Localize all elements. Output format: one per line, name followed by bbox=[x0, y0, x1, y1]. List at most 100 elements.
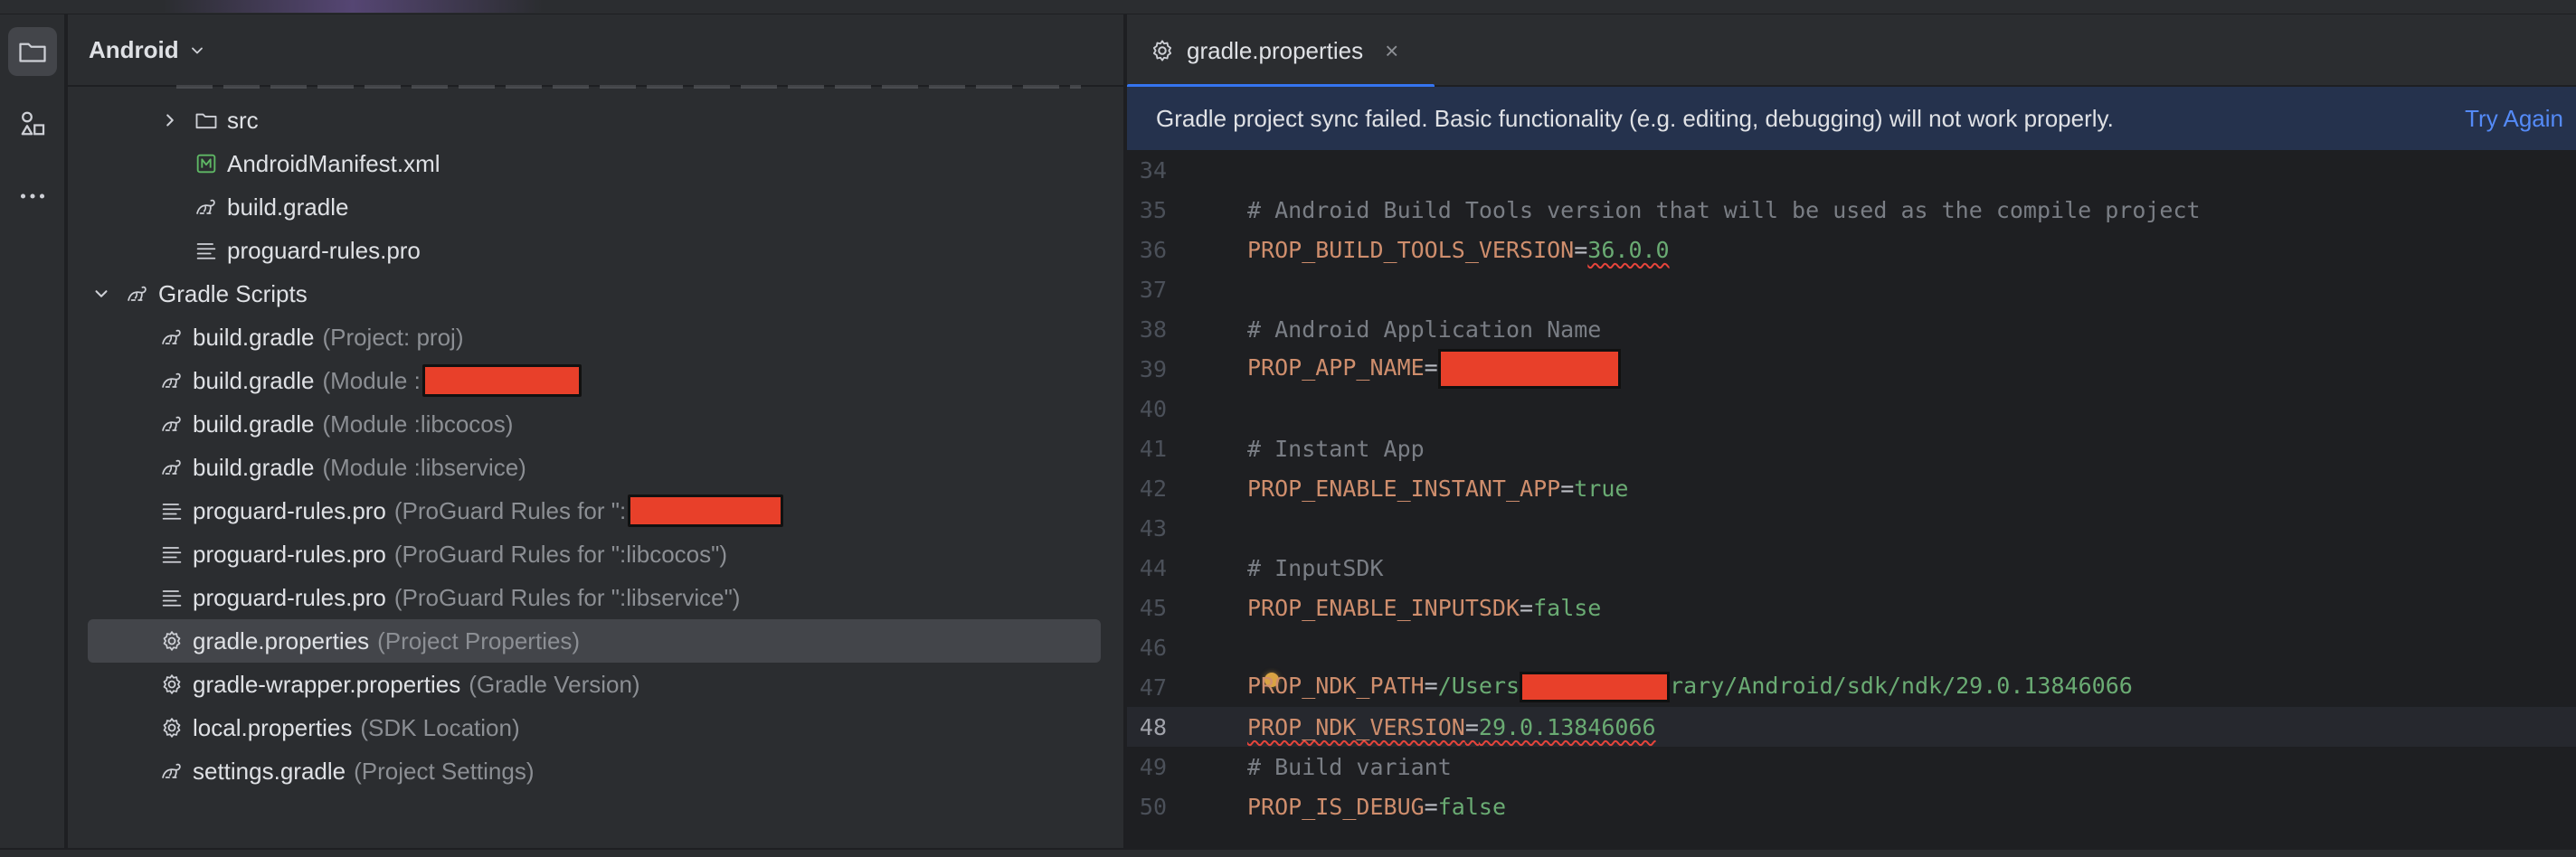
redaction-block bbox=[628, 494, 784, 527]
code-editor[interactable]: 34 35 # Android Build Tools version that… bbox=[1127, 152, 2576, 848]
tree-item-build-gradle[interactable]: build.gradle bbox=[193, 185, 348, 229]
tree-item-label: proguard-rules.pro bbox=[193, 583, 386, 611]
bottom-edge bbox=[0, 848, 2576, 857]
property-value: /Users bbox=[1437, 673, 1520, 699]
editor-panel: gradle.properties × Gradle project sync … bbox=[1125, 14, 2576, 848]
gradle-icon bbox=[193, 193, 220, 221]
editor-tab-bar: gradle.properties × bbox=[1127, 14, 2576, 89]
tree-item-label: proguard-rules.pro bbox=[227, 236, 421, 264]
gradle-icon bbox=[124, 280, 151, 307]
tree-item-gradle-properties[interactable]: gradle.properties (Project Properties) bbox=[88, 619, 1101, 663]
project-tool-button[interactable] bbox=[8, 27, 57, 76]
text-file-icon bbox=[158, 497, 185, 524]
banner-message: Gradle project sync failed. Basic functi… bbox=[1156, 104, 2114, 132]
line-number: 41 bbox=[1139, 435, 1167, 462]
code-line: 41 # Instant App bbox=[1127, 428, 2576, 468]
tree-item-proguard-rules-libservice[interactable]: proguard-rules.pro (ProGuard Rules for "… bbox=[158, 576, 740, 619]
tree-item-label: build.gradle bbox=[193, 410, 315, 438]
tree-item-settings-gradle[interactable]: settings.gradle (Project Settings) bbox=[158, 749, 535, 793]
property-separator: = bbox=[1574, 236, 1588, 263]
property-key: PROP_APP_NAME bbox=[1247, 354, 1425, 381]
tree-item-hint: (ProGuard Rules for ":libservice") bbox=[393, 583, 741, 611]
project-view-selector[interactable]: Android bbox=[89, 36, 206, 64]
chevron-right-icon[interactable] bbox=[160, 110, 180, 130]
tab-label: gradle.properties bbox=[1187, 36, 1364, 64]
close-icon[interactable]: × bbox=[1385, 37, 1398, 65]
tree-item-label: build.gradle bbox=[193, 453, 315, 481]
code-line: 42 PROP_ENABLE_INSTANT_APP=true bbox=[1127, 468, 2576, 508]
gear-icon bbox=[158, 671, 185, 698]
tree-item-hint: (Gradle Version) bbox=[469, 670, 640, 698]
clipped-tree-row bbox=[176, 85, 1081, 90]
line-number: 46 bbox=[1139, 634, 1167, 661]
tree-item-label: build.gradle bbox=[193, 366, 315, 394]
text-file-icon bbox=[158, 541, 185, 568]
try-again-link[interactable]: Try Again bbox=[2465, 105, 2563, 133]
property-separator: = bbox=[1464, 713, 1479, 740]
folder-icon bbox=[193, 107, 220, 134]
tree-item-hint: (Project Properties) bbox=[377, 626, 581, 655]
property-value: 36.0.0 bbox=[1587, 236, 1670, 263]
tree-item-android-manifest[interactable]: AndroidManifest.xml bbox=[193, 142, 440, 185]
gear-icon bbox=[1152, 40, 1172, 61]
code-line-current: 48 PROP_NDK_VERSION=29.0.13846066 bbox=[1127, 707, 2576, 747]
gear-icon bbox=[158, 714, 185, 741]
tree-item-build-gradle-libservice[interactable]: build.gradle (Module :libservice) bbox=[158, 446, 526, 489]
tree-item-hint: (Module :libcocos) bbox=[322, 410, 514, 438]
gradle-icon bbox=[158, 410, 185, 438]
code-line: 43 bbox=[1127, 508, 2576, 548]
tree-item-build-gradle-module[interactable]: build.gradle (Module : bbox=[158, 359, 582, 402]
redaction-block bbox=[1437, 349, 1621, 389]
code-comment: # Android Build Tools version that will … bbox=[1247, 196, 2201, 223]
resource-manager-button[interactable] bbox=[8, 99, 57, 148]
property-value: 29.0.13846066 bbox=[1478, 713, 1656, 740]
line-number: 35 bbox=[1139, 196, 1167, 223]
tree-item-build-gradle-libcocos[interactable]: build.gradle (Module :libcocos) bbox=[158, 402, 513, 446]
tree-item-build-gradle-project[interactable]: build.gradle (Project: proj) bbox=[158, 315, 463, 359]
gear-icon bbox=[158, 627, 185, 655]
code-line: 34 bbox=[1127, 152, 2576, 190]
more-icon bbox=[20, 193, 45, 199]
code-line: 49 # Build variant bbox=[1127, 747, 2576, 786]
line-number: 40 bbox=[1139, 395, 1167, 422]
code-line: 40 bbox=[1127, 389, 2576, 428]
property-key: PROP_ENABLE_INSTANT_APP bbox=[1247, 475, 1561, 502]
code-comment: # Instant App bbox=[1247, 435, 1425, 462]
code-comment: # Build variant bbox=[1247, 753, 1452, 780]
tree-item-hint: (Module : bbox=[322, 366, 421, 394]
code-comment: # Android Application Name bbox=[1247, 315, 1602, 343]
code-comment: # InputSDK bbox=[1247, 554, 1384, 581]
tree-item-gradle-scripts[interactable]: Gradle Scripts bbox=[91, 272, 308, 315]
line-number: 37 bbox=[1139, 276, 1167, 303]
tab-gradle-properties[interactable]: gradle.properties × bbox=[1127, 14, 1435, 89]
line-number: 39 bbox=[1139, 355, 1167, 382]
tree-item-src[interactable]: src bbox=[160, 99, 259, 142]
tree-item-label: gradle-wrapper.properties bbox=[193, 670, 461, 698]
tree-item-proguard-rules-libcocos[interactable]: proguard-rules.pro (ProGuard Rules for "… bbox=[158, 532, 727, 576]
line-number: 38 bbox=[1139, 315, 1167, 343]
property-separator: = bbox=[1424, 354, 1438, 381]
tree-item-proguard-rules[interactable]: proguard-rules.pro bbox=[193, 229, 421, 272]
line-number: 44 bbox=[1139, 554, 1167, 581]
chevron-down-icon bbox=[191, 47, 203, 53]
tree-item-proguard-rules-module[interactable]: proguard-rules.pro (ProGuard Rules for "… bbox=[158, 489, 784, 532]
tree-item-hint: (SDK Location) bbox=[360, 713, 520, 741]
code-line: 37 bbox=[1127, 269, 2576, 309]
gradle-icon bbox=[158, 454, 185, 481]
property-separator: = bbox=[1424, 793, 1438, 820]
property-value: true bbox=[1574, 475, 1629, 502]
gradle-icon bbox=[158, 367, 185, 394]
manifest-icon bbox=[193, 150, 220, 177]
tree-item-label: gradle.properties bbox=[193, 626, 370, 655]
redaction-block bbox=[1520, 672, 1671, 702]
chevron-down-icon[interactable] bbox=[91, 284, 111, 304]
more-tools-button[interactable] bbox=[8, 172, 57, 221]
project-panel: Android src AndroidManifest.xml build.gr… bbox=[68, 14, 1123, 848]
line-number: 49 bbox=[1139, 753, 1167, 780]
tree-item-label: local.properties bbox=[193, 713, 353, 741]
property-key: PROP_ENABLE_INPUTSDK bbox=[1247, 594, 1520, 621]
tree-item-gradle-wrapper-properties[interactable]: gradle-wrapper.properties (Gradle Versio… bbox=[158, 663, 640, 706]
code-line: 45 PROP_ENABLE_INPUTSDK=false bbox=[1127, 588, 2576, 627]
tree-item-local-properties[interactable]: local.properties (SDK Location) bbox=[158, 706, 520, 749]
property-value: false bbox=[1533, 594, 1602, 621]
